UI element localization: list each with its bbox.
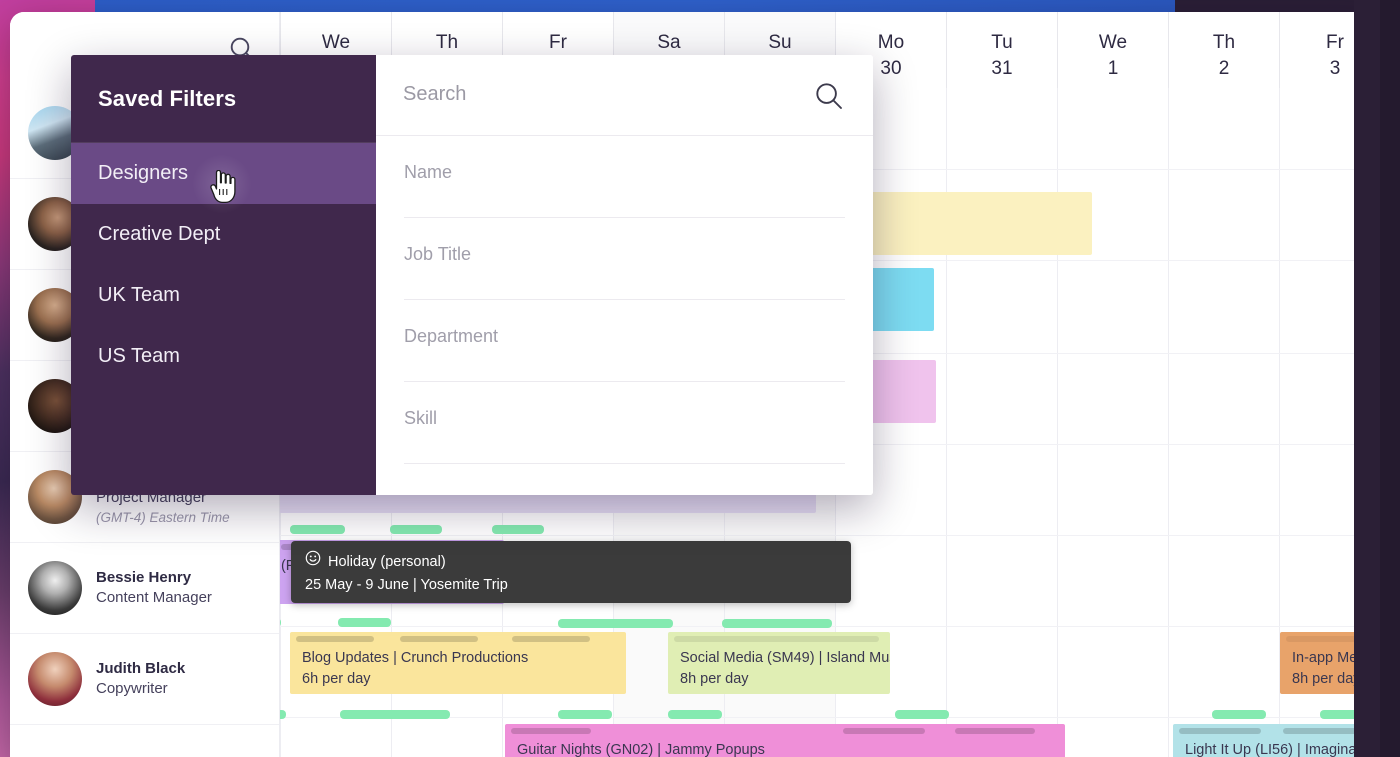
person-row[interactable]: Judith Black Copywriter [10, 634, 279, 725]
task-subtitle: 8h per day [680, 671, 749, 687]
person-details: Bessie Henry Content Manager [96, 568, 212, 608]
availability-bar [558, 710, 612, 719]
holiday-title: Holiday (personal) [328, 553, 446, 570]
filter-field-label: Department [404, 326, 499, 346]
day-number: 2 [1218, 58, 1230, 79]
saved-filters-popover: Saved Filters Designers Creative Dept UK… [71, 55, 873, 495]
saved-filters-title: Saved Filters [98, 86, 237, 111]
filter-field-job-title[interactable]: Job Title [404, 218, 845, 300]
day-of-week: Th [435, 32, 459, 53]
availability-bar [558, 619, 673, 628]
smiley-icon [305, 550, 321, 574]
day-number: 1 [1107, 58, 1119, 79]
row-divider [280, 626, 1388, 627]
saved-filter-label: UK Team [98, 284, 180, 306]
filter-field-department[interactable]: Department [404, 300, 845, 382]
person-role: Copywriter [96, 680, 168, 697]
saved-filter-label: Creative Dept [98, 223, 221, 245]
day-column-header[interactable]: Tu 31 [946, 12, 1057, 88]
filter-field-label: Name [404, 162, 453, 182]
holiday-detail: 25 May - 9 June | Yosemite Trip [305, 577, 508, 593]
filter-search-panel: Search Name Job Title Department Skill [376, 55, 873, 495]
task-bar[interactable]: Guitar Nights (GN02) | Jammy Popups 4h p… [505, 724, 1065, 757]
availability-bar [895, 710, 949, 719]
search-icon[interactable] [814, 81, 844, 111]
availability-bar [668, 710, 722, 719]
task-subtitle: 6h per day [302, 671, 371, 687]
task-tick-marks [290, 636, 626, 642]
day-column-header[interactable]: Th 2 [1168, 12, 1279, 88]
filter-field-label: Skill [404, 408, 438, 428]
task-bar[interactable]: Social Media (SM49) | Island Mus 8h per … [668, 632, 890, 694]
task-bar[interactable]: Blog Updates | Crunch Productions 6h per… [290, 632, 626, 694]
day-of-week: Fr [549, 32, 567, 53]
screen: We 25 Th 26 Fr 27 Sa 28 Su 29 Mo 30 [0, 0, 1400, 757]
day-of-week: Th [1212, 32, 1236, 53]
filter-field-name[interactable]: Name [404, 136, 845, 218]
task-title: Blog Updates | Crunch Productions [302, 650, 529, 666]
avatar [28, 561, 82, 615]
day-of-week: Tu [991, 32, 1013, 53]
availability-bar [340, 710, 450, 719]
person-row[interactable]: Bessie Henry Content Manager [10, 543, 279, 634]
saved-filter-item-us-team[interactable]: US Team [71, 326, 376, 387]
filter-search-row[interactable]: Search [376, 55, 873, 136]
day-of-week: We [1098, 32, 1128, 53]
row-divider [280, 535, 1388, 536]
day-number: 31 [991, 58, 1013, 79]
person-name: Bessie Henry [96, 569, 192, 586]
saved-filter-label: Designers [98, 162, 189, 184]
day-column-header[interactable]: We 1 [1057, 12, 1168, 88]
availability-bar [492, 525, 544, 534]
cursor-halo [192, 154, 252, 214]
filter-search-placeholder: Search [403, 83, 467, 105]
person-details: Judith Black Copywriter [96, 659, 185, 699]
saved-filter-label: US Team [98, 345, 180, 367]
holiday-tooltip: Holiday (personal) 25 May - 9 June | Yos… [291, 541, 851, 603]
avatar [28, 652, 82, 706]
filter-field-label: Job Title [404, 244, 472, 264]
day-of-week: Su [768, 32, 792, 53]
task-title: Social Media (SM49) | Island Mus [680, 650, 890, 666]
calendar-column [1168, 88, 1279, 757]
task-title: Guitar Nights (GN02) | Jammy Popups [517, 742, 765, 757]
availability-bar [722, 619, 832, 628]
calendar-column [946, 88, 1057, 757]
holiday-tooltip-title-row: Holiday (personal) [305, 550, 837, 574]
saved-filters-list-panel: Saved Filters Designers Creative Dept UK… [71, 55, 376, 495]
person-timezone: (GMT-4) Eastern Time [96, 509, 230, 525]
person-role: Content Manager [96, 589, 212, 606]
filter-field-skill[interactable]: Skill [404, 382, 845, 464]
background-right-edge-inner [1380, 0, 1400, 757]
person-name: Judith Black [96, 660, 186, 677]
availability-bar [338, 618, 391, 627]
availability-bar [1212, 710, 1266, 719]
task-tick-marks [505, 728, 1065, 734]
calendar-column [1057, 88, 1168, 757]
day-of-week: Fr [1326, 32, 1344, 53]
task-tick-marks [668, 636, 890, 642]
day-of-week: Mo [877, 32, 905, 53]
availability-bar [290, 525, 345, 534]
day-of-week: Sa [657, 32, 681, 53]
availability-bar [390, 525, 442, 534]
day-of-week: We [321, 32, 351, 53]
saved-filter-item-uk-team[interactable]: UK Team [71, 265, 376, 326]
